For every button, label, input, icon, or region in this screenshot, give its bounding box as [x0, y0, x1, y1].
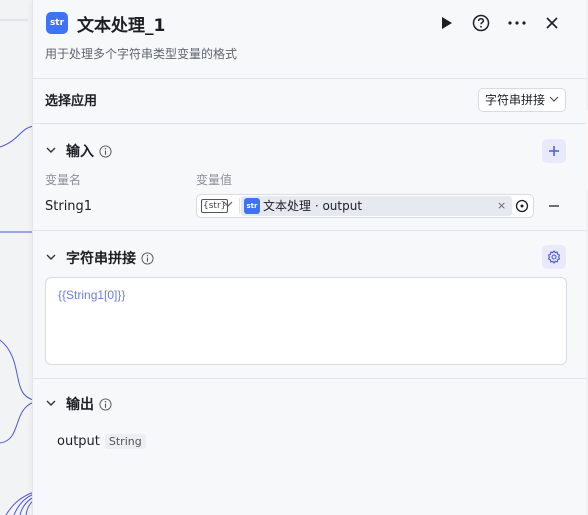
text-process-node-icon: str	[244, 198, 260, 214]
text-process-node-icon: str	[46, 12, 68, 34]
add-variable-button[interactable]	[542, 139, 566, 163]
output-variable: output String	[57, 434, 146, 449]
gear-icon	[547, 250, 561, 264]
run-button[interactable]	[436, 12, 458, 34]
section-divider	[33, 123, 586, 124]
close-button[interactable]	[541, 12, 563, 34]
output-section-label: 输出	[66, 397, 94, 413]
chevron-down-icon[interactable]	[223, 201, 233, 207]
column-header-name: 变量名	[45, 173, 82, 187]
plus-icon	[549, 146, 559, 156]
more-icon	[508, 21, 526, 25]
clear-reference-icon[interactable]: ×	[497, 199, 506, 213]
panel-title[interactable]: 文本处理_1	[77, 11, 165, 36]
column-header-value: 变量值	[196, 173, 233, 187]
info-icon[interactable]	[141, 251, 154, 265]
close-icon	[546, 17, 558, 29]
concat-settings-button[interactable]	[542, 245, 566, 269]
select-app-label: 选择应用	[45, 94, 98, 109]
reference-label: 文本处理 · output	[263, 199, 363, 213]
concat-section-label: 字符串拼接	[66, 251, 136, 267]
info-icon[interactable]	[99, 397, 112, 411]
remove-variable-button[interactable]	[546, 198, 562, 214]
play-icon	[442, 17, 452, 29]
output-collapse-chevron-icon[interactable]	[45, 397, 57, 409]
header-divider	[33, 78, 586, 79]
output-section-title: 输出	[66, 394, 112, 414]
more-button[interactable]	[506, 12, 528, 34]
concat-section-title: 字符串拼接	[66, 248, 154, 268]
concat-collapse-chevron-icon[interactable]	[45, 251, 57, 263]
field-divider	[239, 198, 240, 214]
app-select[interactable]: 字符串拼接	[478, 88, 566, 112]
info-icon[interactable]	[99, 144, 112, 158]
variable-name[interactable]: String1	[45, 199, 92, 214]
output-variable-name: output	[57, 434, 100, 449]
chevron-down-icon	[549, 96, 559, 102]
reference-chip[interactable]: str 文本处理 · output ×	[241, 196, 512, 216]
help-button[interactable]	[470, 12, 492, 34]
section-divider	[33, 230, 586, 231]
app-select-value: 字符串拼接	[485, 93, 546, 107]
help-icon	[472, 14, 490, 32]
panel-header: str 文本处理_1 用于处理多个字符串类型变量的格式	[33, 0, 586, 78]
input-section-title: 输入	[66, 141, 112, 161]
input-collapse-chevron-icon[interactable]	[45, 144, 57, 156]
panel-subtitle: 用于处理多个字符串类型变量的格式	[45, 47, 238, 61]
section-divider	[33, 378, 586, 379]
target-icon[interactable]	[515, 199, 529, 213]
input-section-label: 输入	[66, 144, 94, 160]
variable-value-field[interactable]: {str} str 文本处理 · output ×	[196, 194, 534, 218]
concat-template-editor[interactable]: {{String1[0]}}	[45, 277, 567, 365]
node-config-panel: str 文本处理_1 用于处理多个字符串类型变量的格式 选择应用 字符串拼接 输…	[32, 0, 586, 515]
output-type-badge: String	[104, 434, 146, 449]
